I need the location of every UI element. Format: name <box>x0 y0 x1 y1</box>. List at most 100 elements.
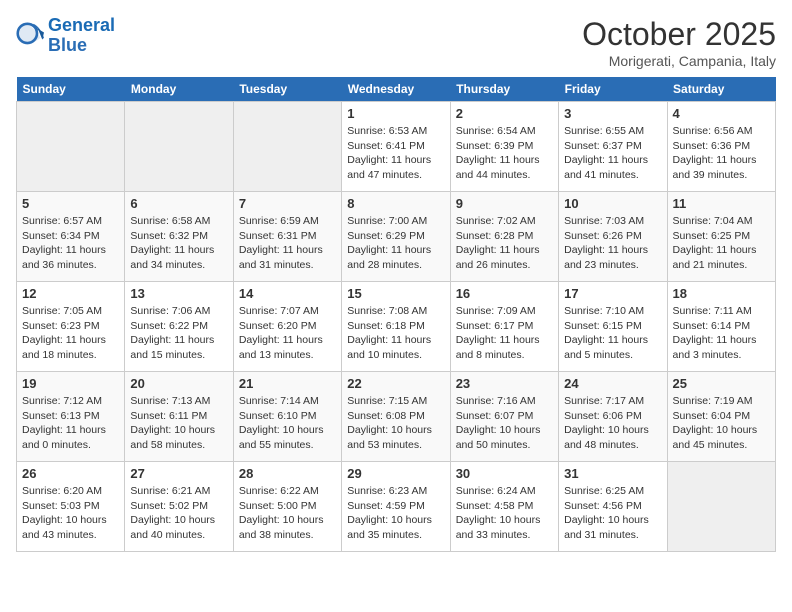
calendar-cell: 28 Sunrise: 6:22 AMSunset: 5:00 PMDayligh… <box>233 462 341 552</box>
calendar-cell: 22 Sunrise: 7:15 AMSunset: 6:08 PMDayligh… <box>342 372 450 462</box>
calendar-cell: 17 Sunrise: 7:10 AMSunset: 6:15 PMDayligh… <box>559 282 667 372</box>
day-number: 2 <box>456 106 553 121</box>
location: Morigerati, Campania, Italy <box>582 53 776 69</box>
day-info: Sunrise: 6:21 AMSunset: 5:02 PMDaylight:… <box>130 484 227 543</box>
calendar-cell: 15 Sunrise: 7:08 AMSunset: 6:18 PMDayligh… <box>342 282 450 372</box>
day-info: Sunrise: 7:09 AMSunset: 6:17 PMDaylight:… <box>456 304 553 363</box>
day-info: Sunrise: 6:53 AMSunset: 6:41 PMDaylight:… <box>347 124 444 183</box>
calendar-cell: 18 Sunrise: 7:11 AMSunset: 6:14 PMDayligh… <box>667 282 775 372</box>
weekday-header-row: SundayMondayTuesdayWednesdayThursdayFrid… <box>17 77 776 102</box>
day-info: Sunrise: 7:06 AMSunset: 6:22 PMDaylight:… <box>130 304 227 363</box>
day-info: Sunrise: 7:04 AMSunset: 6:25 PMDaylight:… <box>673 214 770 273</box>
logo-line1: General <box>48 15 115 35</box>
calendar-cell: 30 Sunrise: 6:24 AMSunset: 4:58 PMDayligh… <box>450 462 558 552</box>
day-number: 9 <box>456 196 553 211</box>
weekday-header-thursday: Thursday <box>450 77 558 102</box>
day-number: 16 <box>456 286 553 301</box>
calendar-cell: 16 Sunrise: 7:09 AMSunset: 6:17 PMDayligh… <box>450 282 558 372</box>
calendar-week-row: 12Sunrise: 7:05 AMSunset: 6:23 PMDayligh… <box>17 282 776 372</box>
day-info: Sunrise: 7:15 AMSunset: 6:08 PMDaylight:… <box>347 394 444 453</box>
calendar-cell: 10 Sunrise: 7:03 AMSunset: 6:26 PMDayligh… <box>559 192 667 282</box>
day-number: 17 <box>564 286 661 301</box>
weekday-header-friday: Friday <box>559 77 667 102</box>
day-number: 14 <box>239 286 336 301</box>
title-block: October 2025 Morigerati, Campania, Italy <box>582 16 776 69</box>
weekday-header-sunday: Sunday <box>17 77 125 102</box>
day-info: Sunrise: 6:55 AMSunset: 6:37 PMDaylight:… <box>564 124 661 183</box>
day-number: 18 <box>673 286 770 301</box>
day-number: 15 <box>347 286 444 301</box>
day-number: 5 <box>22 196 119 211</box>
day-info: Sunrise: 7:11 AMSunset: 6:14 PMDaylight:… <box>673 304 770 363</box>
day-info: Sunrise: 7:16 AMSunset: 6:07 PMDaylight:… <box>456 394 553 453</box>
day-info: Sunrise: 7:13 AMSunset: 6:11 PMDaylight:… <box>130 394 227 453</box>
calendar-cell <box>125 102 233 192</box>
calendar-cell: 21Sunrise: 7:14 AMSunset: 6:10 PMDayligh… <box>233 372 341 462</box>
logo: General Blue <box>16 16 115 56</box>
calendar-cell: 26Sunrise: 6:20 AMSunset: 5:03 PMDayligh… <box>17 462 125 552</box>
day-info: Sunrise: 7:07 AMSunset: 6:20 PMDaylight:… <box>239 304 336 363</box>
page-header: General Blue October 2025 Morigerati, Ca… <box>16 16 776 69</box>
logo-text: General Blue <box>48 16 115 56</box>
calendar-week-row: 1 Sunrise: 6:53 AMSunset: 6:41 PMDaylight… <box>17 102 776 192</box>
day-number: 22 <box>347 376 444 391</box>
day-number: 27 <box>130 466 227 481</box>
day-number: 19 <box>22 376 119 391</box>
day-number: 4 <box>673 106 770 121</box>
calendar-cell: 8Sunrise: 7:00 AMSunset: 6:29 PMDaylight… <box>342 192 450 282</box>
day-number: 26 <box>22 466 119 481</box>
day-number: 21 <box>239 376 336 391</box>
calendar-cell: 23 Sunrise: 7:16 AMSunset: 6:07 PMDayligh… <box>450 372 558 462</box>
calendar-cell: 27 Sunrise: 6:21 AMSunset: 5:02 PMDayligh… <box>125 462 233 552</box>
calendar-cell: 4Sunrise: 6:56 AMSunset: 6:36 PMDaylight… <box>667 102 775 192</box>
calendar-cell <box>17 102 125 192</box>
calendar-cell: 31Sunrise: 6:25 AMSunset: 4:56 PMDayligh… <box>559 462 667 552</box>
calendar-cell: 3 Sunrise: 6:55 AMSunset: 6:37 PMDaylight… <box>559 102 667 192</box>
day-number: 25 <box>673 376 770 391</box>
day-info: Sunrise: 7:19 AMSunset: 6:04 PMDaylight:… <box>673 394 770 453</box>
day-number: 8 <box>347 196 444 211</box>
day-info: Sunrise: 6:54 AMSunset: 6:39 PMDaylight:… <box>456 124 553 183</box>
month-title: October 2025 <box>582 16 776 53</box>
weekday-header-saturday: Saturday <box>667 77 775 102</box>
day-number: 10 <box>564 196 661 211</box>
calendar-cell: 13 Sunrise: 7:06 AMSunset: 6:22 PMDayligh… <box>125 282 233 372</box>
calendar-cell: 19 Sunrise: 7:12 AMSunset: 6:13 PMDayligh… <box>17 372 125 462</box>
day-number: 7 <box>239 196 336 211</box>
logo-icon <box>16 22 44 50</box>
weekday-header-monday: Monday <box>125 77 233 102</box>
weekday-header-wednesday: Wednesday <box>342 77 450 102</box>
calendar-cell: 6Sunrise: 6:58 AMSunset: 6:32 PMDaylight… <box>125 192 233 282</box>
day-number: 30 <box>456 466 553 481</box>
calendar-cell: 20Sunrise: 7:13 AMSunset: 6:11 PMDayligh… <box>125 372 233 462</box>
day-number: 28 <box>239 466 336 481</box>
day-info: Sunrise: 7:08 AMSunset: 6:18 PMDaylight:… <box>347 304 444 363</box>
day-info: Sunrise: 7:12 AMSunset: 6:13 PMDaylight:… <box>22 394 119 453</box>
calendar-cell <box>233 102 341 192</box>
calendar-cell: 2 Sunrise: 6:54 AMSunset: 6:39 PMDaylight… <box>450 102 558 192</box>
calendar-cell: 29 Sunrise: 6:23 AMSunset: 4:59 PMDayligh… <box>342 462 450 552</box>
calendar-cell: 14 Sunrise: 7:07 AMSunset: 6:20 PMDayligh… <box>233 282 341 372</box>
day-number: 24 <box>564 376 661 391</box>
weekday-header-tuesday: Tuesday <box>233 77 341 102</box>
day-info: Sunrise: 7:03 AMSunset: 6:26 PMDaylight:… <box>564 214 661 273</box>
day-info: Sunrise: 7:05 AMSunset: 6:23 PMDaylight:… <box>22 304 119 363</box>
logo-line2: Blue <box>48 35 87 55</box>
day-number: 29 <box>347 466 444 481</box>
day-number: 23 <box>456 376 553 391</box>
day-info: Sunrise: 7:10 AMSunset: 6:15 PMDaylight:… <box>564 304 661 363</box>
day-number: 3 <box>564 106 661 121</box>
calendar-cell <box>667 462 775 552</box>
day-info: Sunrise: 6:57 AMSunset: 6:34 PMDaylight:… <box>22 214 119 273</box>
day-info: Sunrise: 6:23 AMSunset: 4:59 PMDaylight:… <box>347 484 444 543</box>
day-info: Sunrise: 6:24 AMSunset: 4:58 PMDaylight:… <box>456 484 553 543</box>
day-info: Sunrise: 6:59 AMSunset: 6:31 PMDaylight:… <box>239 214 336 273</box>
day-number: 11 <box>673 196 770 211</box>
day-number: 1 <box>347 106 444 121</box>
day-number: 13 <box>130 286 227 301</box>
day-info: Sunrise: 6:22 AMSunset: 5:00 PMDaylight:… <box>239 484 336 543</box>
calendar-cell: 7 Sunrise: 6:59 AMSunset: 6:31 PMDaylight… <box>233 192 341 282</box>
day-info: Sunrise: 6:25 AMSunset: 4:56 PMDaylight:… <box>564 484 661 543</box>
day-info: Sunrise: 7:02 AMSunset: 6:28 PMDaylight:… <box>456 214 553 273</box>
calendar-cell: 11 Sunrise: 7:04 AMSunset: 6:25 PMDayligh… <box>667 192 775 282</box>
